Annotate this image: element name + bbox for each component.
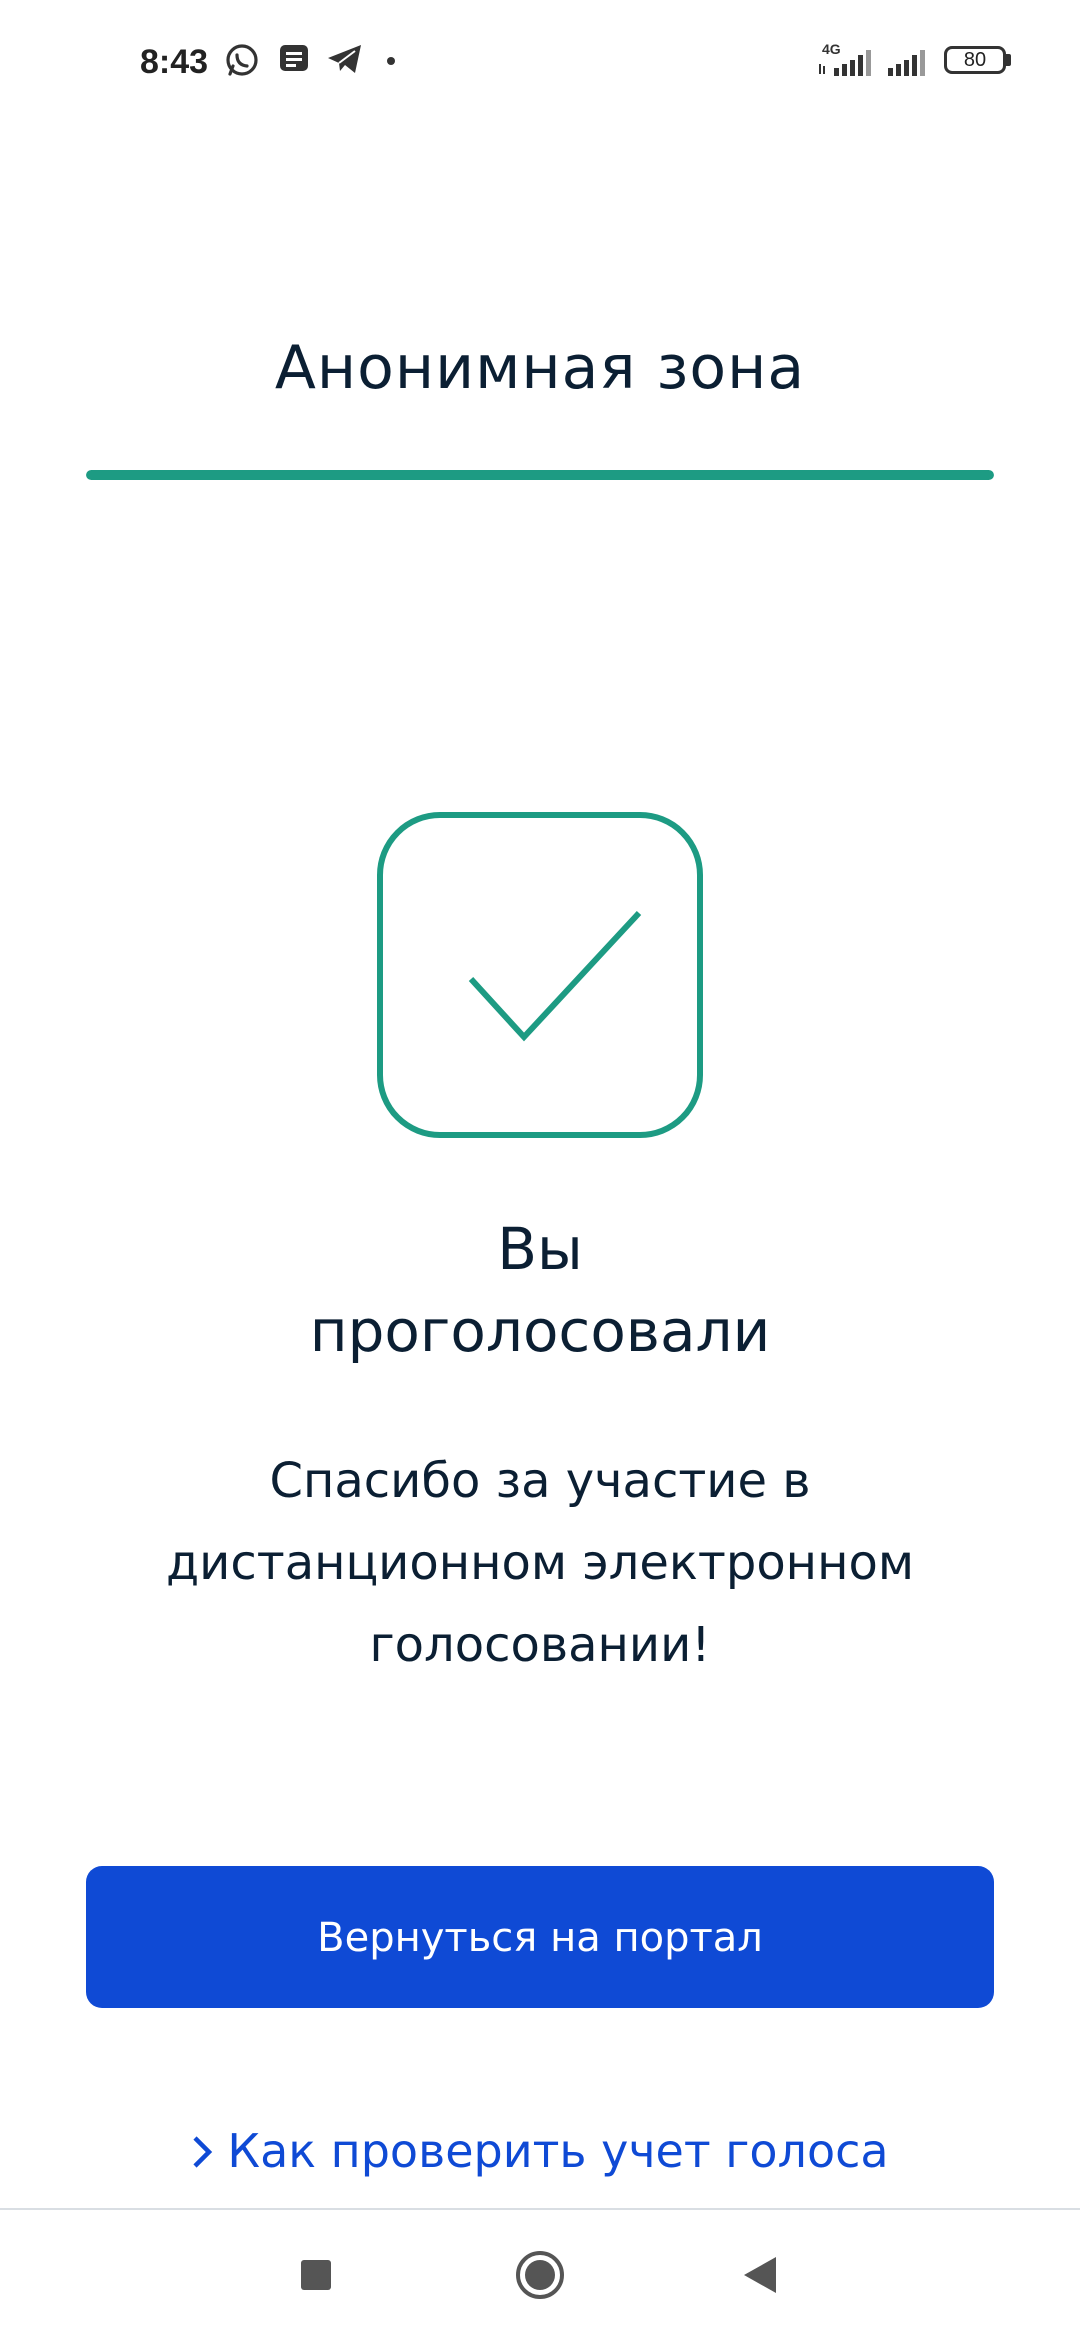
return-to-portal-button[interactable]: Вернуться на портал — [86, 1866, 994, 2008]
home-button[interactable] — [480, 2210, 600, 2340]
result-title-line: проголосовали — [309, 1297, 771, 1365]
back-button[interactable] — [700, 2210, 820, 2340]
status-bar: 8:43 4G 80 — [0, 0, 1080, 120]
result-message-line: Спасибо за участие в — [269, 1453, 811, 1509]
telegram-icon — [328, 45, 361, 73]
back-triangle-icon — [744, 2257, 776, 2293]
status-time: 8:43 — [140, 43, 209, 81]
message-icon — [280, 45, 308, 71]
signal-icon-sim1 — [819, 50, 871, 76]
chevron-right-icon — [193, 2135, 213, 2168]
result-message: Спасибо за участие в дистанционном элект… — [100, 1440, 980, 1686]
result-message-line: голосовании! — [369, 1617, 711, 1673]
recents-button[interactable] — [256, 2210, 376, 2340]
progress-bar — [86, 470, 994, 480]
dot-icon — [387, 57, 395, 65]
whatsapp-icon — [226, 44, 258, 76]
system-nav-bar — [0, 2210, 1080, 2340]
home-circle-icon — [516, 2251, 564, 2299]
recents-square-icon — [301, 2260, 331, 2290]
result-title-line: Вы — [497, 1215, 583, 1283]
battery-tip — [1006, 54, 1011, 66]
signal-icon-sim2 — [888, 50, 925, 76]
how-to-verify-vote-link[interactable]: Как проверить учет голоса — [0, 2116, 1080, 2186]
battery-indicator: 80 — [944, 46, 1006, 74]
checkmark-icon — [377, 812, 703, 1138]
page-title: Анонимная зона — [274, 333, 806, 403]
how-to-verify-vote-label: Как проверить учет голоса — [227, 2124, 889, 2178]
progress-bar-fill — [86, 470, 994, 480]
result-title: Вы проголосовали — [140, 1208, 940, 1372]
result-message-line: дистанционном электронном — [165, 1535, 915, 1591]
